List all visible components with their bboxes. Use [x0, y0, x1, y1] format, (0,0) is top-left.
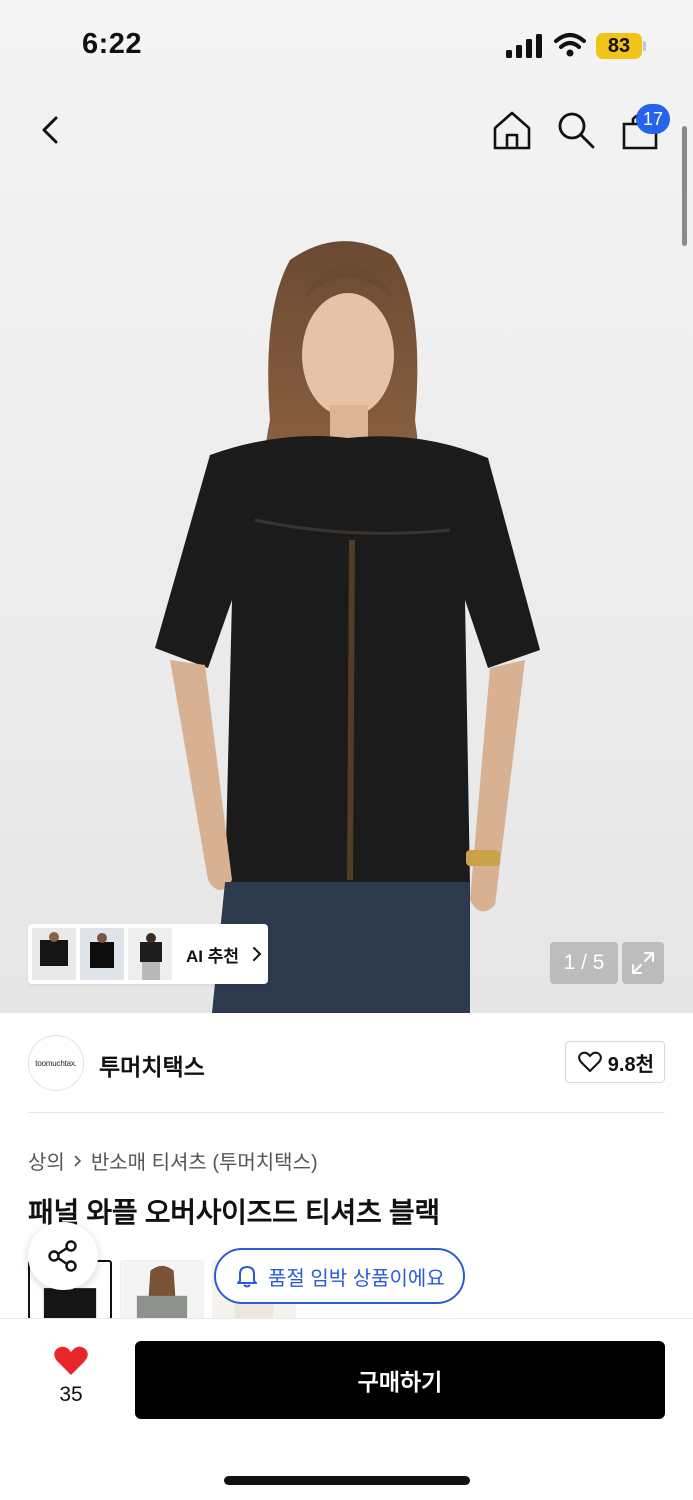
bottom-action-bar: 35 구매하기 — [0, 1318, 693, 1500]
home-indicator — [224, 1476, 470, 1485]
brand-like-count: 9.8천 — [607, 1053, 654, 1076]
brand-row[interactable]: toomuchtax. 투머치택스 9.8천 — [28, 1035, 665, 1091]
brand-logo-text: toomuchtax. — [35, 1058, 77, 1068]
buy-button[interactable]: 구매하기 — [135, 1341, 665, 1419]
chevron-right-icon — [253, 947, 262, 961]
breadcrumb: 상의 반소매 티셔츠 (투머치택스) — [28, 1146, 318, 1175]
ai-recommend-button[interactable]: AI 추천 — [28, 924, 268, 984]
share-button[interactable] — [28, 1222, 98, 1290]
status-bar: 6:22 83 — [0, 0, 693, 92]
battery-cap — [643, 41, 646, 51]
soldout-notice-text: 품절 임박 상품이에요 — [268, 1267, 445, 1290]
back-icon[interactable] — [34, 108, 74, 152]
breadcrumb-subcategory[interactable]: 반소매 티셔츠 (투머치택스) — [91, 1146, 318, 1175]
product-title: 패널 와플 오버사이즈드 티셔츠 블랙 — [28, 1197, 440, 1228]
cart-count-badge: 17 — [636, 104, 670, 134]
wifi-icon — [554, 33, 586, 57]
brand-logo[interactable]: toomuchtax. — [28, 1035, 84, 1091]
breadcrumb-category[interactable]: 상의 — [28, 1146, 65, 1175]
product-image-gallery[interactable]: 17 AI 추천 1 / 5 — [0, 0, 693, 1013]
wishlist-button[interactable]: 35 — [44, 1345, 98, 1417]
wishlist-count: 35 — [59, 1383, 83, 1406]
expand-image-button[interactable] — [622, 942, 664, 984]
battery-icon: 83 — [596, 33, 646, 59]
ai-thumb-2 — [80, 928, 124, 980]
search-icon[interactable] — [554, 108, 598, 152]
home-icon[interactable] — [490, 108, 534, 152]
soldout-notice-pill[interactable]: 품절 임박 상품이에요 — [214, 1248, 465, 1304]
image-page-counter: 1 / 5 — [550, 942, 618, 984]
chevron-right-icon — [74, 1154, 81, 1167]
color-swatch-grey[interactable] — [120, 1260, 204, 1320]
scroll-indicator — [682, 126, 687, 246]
ai-recommend-label: AI 추천 — [186, 946, 240, 966]
expand-icon — [632, 952, 654, 974]
brand-name[interactable]: 투머치택스 — [99, 1048, 205, 1082]
share-icon — [48, 1240, 77, 1272]
bell-icon — [237, 1266, 257, 1288]
divider — [28, 1112, 665, 1113]
battery-level: 83 — [596, 33, 642, 59]
cellular-signal-icon — [506, 34, 542, 58]
status-time: 6:22 — [82, 28, 143, 60]
heart-outline-icon — [577, 1051, 602, 1072]
ai-thumb-1 — [32, 928, 76, 980]
ai-thumb-3 — [128, 928, 172, 980]
heart-filled-icon — [54, 1346, 88, 1375]
brand-like-button[interactable]: 9.8천 — [564, 1041, 665, 1083]
